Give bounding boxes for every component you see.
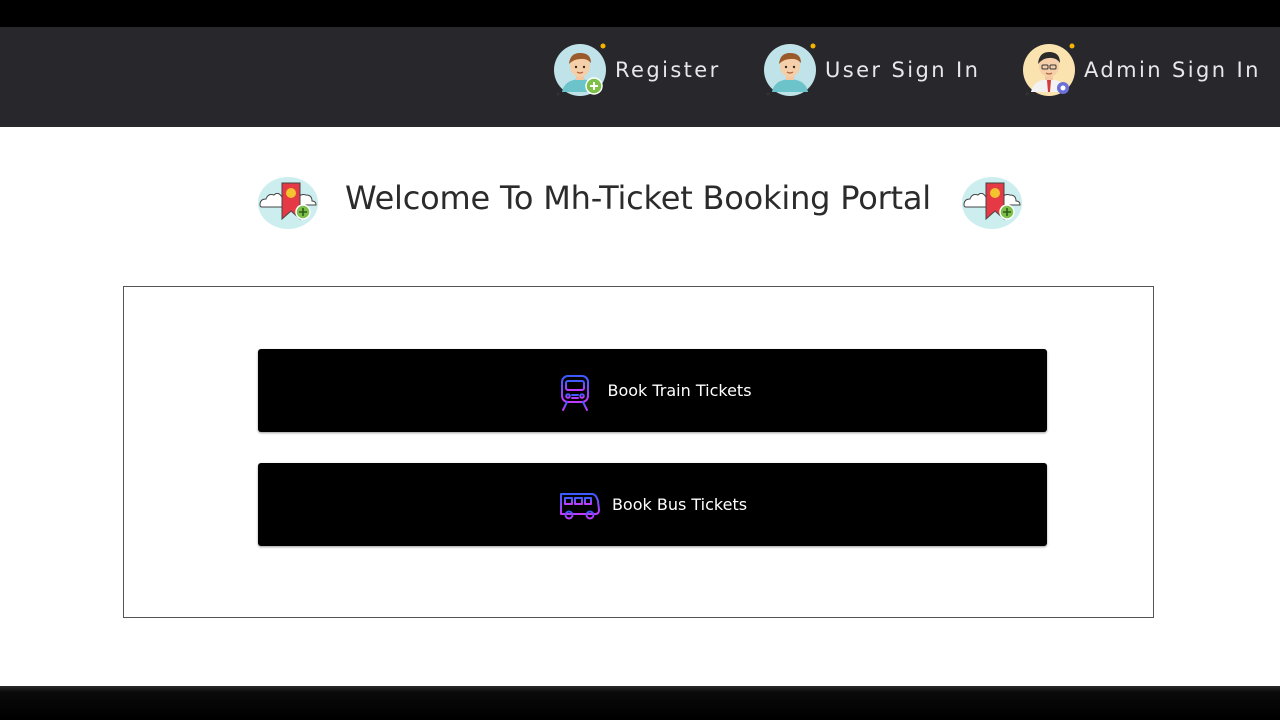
admin-sign-in-label: Admin Sign In (1084, 58, 1261, 82)
top-edge (0, 0, 1280, 27)
user-sign-in-link[interactable]: User Sign In (762, 42, 980, 98)
booking-options-card: Book Train Tickets Book Bus Tickets (123, 286, 1154, 618)
book-bus-tickets-button[interactable]: Book Bus Tickets (258, 463, 1047, 546)
navbar: Register User Sign In Admin Sign In (0, 27, 1280, 127)
welcome-header: Welcome To Mh-Ticket Booking Portal (0, 171, 1280, 235)
main-content: Welcome To Mh-Ticket Booking Portal Book… (0, 127, 1280, 686)
register-link[interactable]: Register (552, 42, 721, 98)
admin-avatar-icon (1021, 42, 1077, 98)
ticket-bookmark-icon (958, 171, 1024, 235)
register-label: Register (615, 58, 721, 82)
train-icon (553, 369, 597, 413)
book-train-tickets-button[interactable]: Book Train Tickets (258, 349, 1047, 432)
admin-sign-in-link[interactable]: Admin Sign In (1021, 42, 1261, 98)
page-title: Welcome To Mh-Ticket Booking Portal (345, 179, 931, 217)
bus-icon (558, 483, 602, 527)
book-bus-label: Book Bus Tickets (611, 495, 748, 514)
app-window: Register User Sign In Admin Sign In Welc… (0, 0, 1280, 720)
book-train-label: Book Train Tickets (607, 381, 752, 400)
ticket-bookmark-icon (254, 171, 320, 235)
bottom-edge (0, 686, 1280, 720)
user-add-avatar-icon (552, 42, 608, 98)
user-avatar-icon (762, 42, 818, 98)
user-sign-in-label: User Sign In (825, 58, 981, 82)
